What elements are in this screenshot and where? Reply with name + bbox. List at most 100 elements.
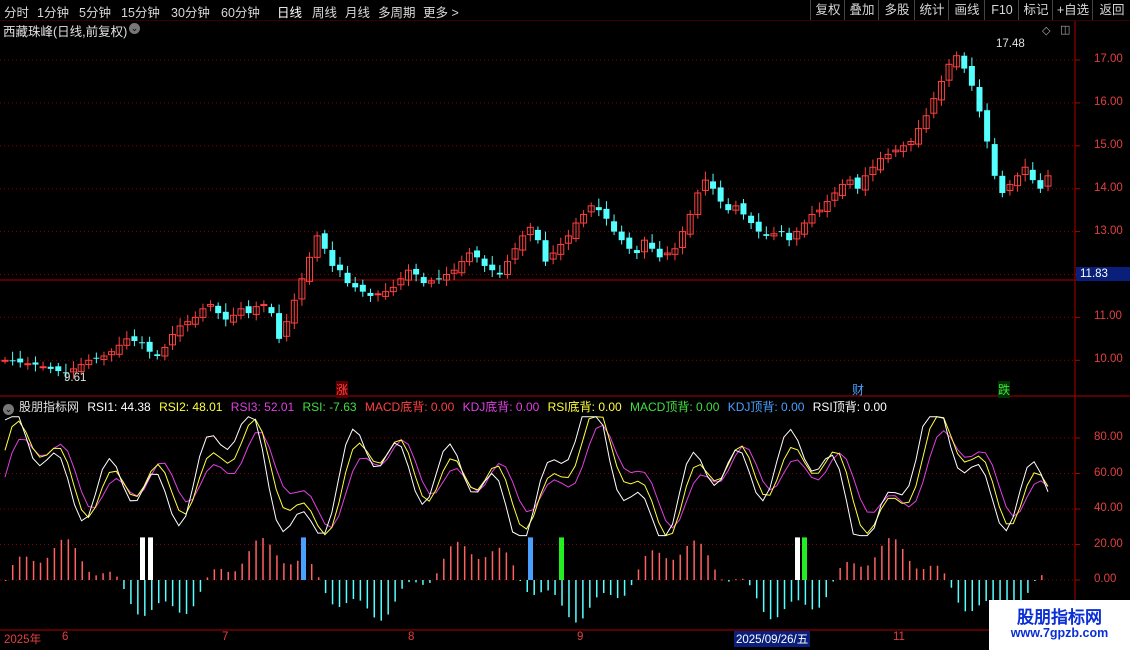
period-tab-30min[interactable]: 30分钟 xyxy=(171,2,210,21)
histogram-bar xyxy=(317,577,320,580)
period-tab-weekly[interactable]: 周线 xyxy=(312,2,337,21)
marker-down[interactable]: 跌 xyxy=(998,381,1011,398)
candle-body-down xyxy=(755,221,762,232)
candle-body-down xyxy=(17,358,24,363)
histogram-bar xyxy=(679,554,681,580)
price-tick-label: 17.00 xyxy=(1094,53,1123,65)
add-favorite-button[interactable]: +自选 xyxy=(1052,0,1093,20)
indicator-name[interactable]: 股朋指标网 xyxy=(19,400,79,414)
candle-body-down xyxy=(961,55,968,69)
period-tab-timeshare[interactable]: 分时 xyxy=(4,2,29,21)
candle-body-up xyxy=(877,158,885,171)
histogram-bar xyxy=(39,562,42,580)
histogram-bar xyxy=(157,580,160,604)
period-tab-daily[interactable]: 日线 xyxy=(277,2,302,21)
window-toggle-icon[interactable]: ◫ xyxy=(1060,23,1070,36)
rsi-value: RSI: -7.63 xyxy=(302,400,357,414)
overlay-button[interactable]: 叠加 xyxy=(844,0,879,20)
candle-body-up xyxy=(39,366,47,369)
date-label-jun: 6 xyxy=(62,631,69,643)
candle-body-up xyxy=(458,261,466,274)
period-tab-60min[interactable]: 60分钟 xyxy=(221,2,260,21)
histogram-bar xyxy=(262,538,264,580)
candle-body-down xyxy=(146,341,153,352)
kline-chart-area xyxy=(0,21,1130,631)
histogram-bar xyxy=(658,552,661,580)
histogram-bar xyxy=(324,580,327,594)
multi-stock-button[interactable]: 多股 xyxy=(878,0,915,20)
candle-body-up xyxy=(108,351,116,356)
low-price-label: 9.61 xyxy=(64,372,87,384)
period-tab-monthly[interactable]: 月线 xyxy=(345,2,370,21)
price-tick-label: 14.00 xyxy=(1094,181,1123,194)
histogram-bar xyxy=(450,546,452,580)
f10-button[interactable]: F10 xyxy=(984,0,1019,20)
candle-body-up xyxy=(945,63,953,81)
histogram-bar xyxy=(130,580,132,605)
histogram-bar xyxy=(1034,580,1036,581)
histogram-bar xyxy=(693,540,695,580)
candle-body-up xyxy=(229,314,237,323)
histogram-bar xyxy=(60,539,63,580)
signal-bar xyxy=(148,537,153,580)
candle-body-up xyxy=(953,55,961,68)
histogram-bar xyxy=(303,558,306,580)
histogram-bar xyxy=(554,580,556,595)
histogram-bar xyxy=(109,571,111,580)
period-tab-1min[interactable]: 1分钟 xyxy=(37,2,69,21)
candle-body-down xyxy=(47,366,54,369)
candle-body-down xyxy=(542,240,549,262)
histogram-bar xyxy=(575,580,577,623)
period-tab-5min[interactable]: 5分钟 xyxy=(79,2,111,21)
histogram-bar xyxy=(860,566,862,580)
candle-body-up xyxy=(823,201,831,212)
back-button[interactable]: 返回 xyxy=(1092,0,1130,20)
histogram-bar xyxy=(547,580,549,591)
candle-body-up xyxy=(884,153,892,160)
stock-title: 西藏珠峰(日线,前复权) xyxy=(3,25,128,39)
candle-body-up xyxy=(191,316,199,325)
histogram-bar xyxy=(491,551,494,580)
collapse-icon[interactable]: ⌄ xyxy=(3,404,14,415)
marker-up[interactable]: 涨 xyxy=(336,381,349,398)
candle-body-up xyxy=(1044,175,1052,187)
rsi3-line xyxy=(4,424,1049,529)
histogram-bar xyxy=(526,580,528,592)
candle-body-up xyxy=(503,261,511,276)
histogram-bar xyxy=(825,580,827,598)
candle-body-up xyxy=(587,205,595,213)
price-tick-label: 11.00 xyxy=(1094,310,1122,323)
histogram-bar xyxy=(839,567,841,580)
histogram-bar xyxy=(672,559,675,580)
histogram-bar xyxy=(373,580,376,618)
candle-body-down xyxy=(215,305,222,314)
candle-body-down xyxy=(1029,169,1036,181)
histogram-bar xyxy=(776,580,779,618)
marker-finance[interactable]: 财 xyxy=(852,381,864,398)
histogram-bar xyxy=(901,548,904,580)
period-tab-15min[interactable]: 15分钟 xyxy=(121,2,160,21)
histogram-bar xyxy=(881,545,883,580)
candle-body-down xyxy=(976,87,983,112)
restore-rights-button[interactable]: 复权 xyxy=(810,0,845,20)
histogram-bar xyxy=(804,580,807,605)
histogram-bar xyxy=(387,580,389,615)
histogram-bar xyxy=(484,557,487,580)
chevron-down-icon[interactable]: ⌄ xyxy=(129,23,140,34)
candle-body-up xyxy=(184,321,192,326)
candle-body-up xyxy=(907,141,915,146)
mark-button[interactable]: 标记 xyxy=(1018,0,1053,20)
histogram-bar xyxy=(707,555,709,580)
histogram-bar xyxy=(811,580,814,610)
period-tab-more[interactable]: 更多 > xyxy=(423,2,459,21)
candle-body-down xyxy=(595,207,602,211)
candle-body-down xyxy=(352,283,359,288)
draw-line-button[interactable]: 画线 xyxy=(948,0,985,20)
candle-body-up xyxy=(389,286,397,293)
candle-body-up xyxy=(283,321,291,337)
period-tab-multi[interactable]: 多周期 xyxy=(378,2,416,21)
histogram-bar xyxy=(241,563,243,580)
candle-body-up xyxy=(549,252,557,260)
statistics-button[interactable]: 统计 xyxy=(914,0,949,20)
diamond-icon[interactable]: ◇ xyxy=(1042,24,1050,37)
